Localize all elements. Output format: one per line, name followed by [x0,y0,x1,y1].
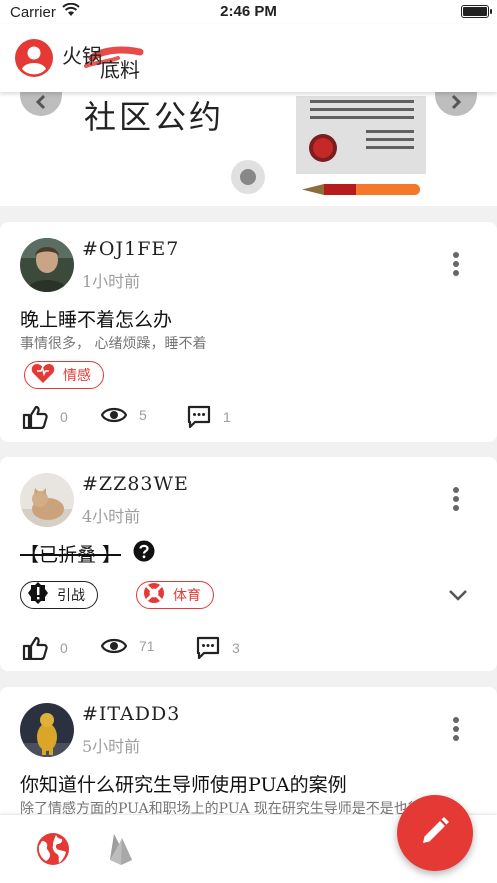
eye-icon [101,636,127,656]
like-count: 0 [60,640,68,656]
comment-button[interactable]: 1 [187,405,231,429]
fire-icon[interactable] [108,832,134,870]
comment-button[interactable]: 3 [196,636,240,660]
post-time: 5小时前 [82,737,141,756]
user-avatar[interactable] [20,238,74,292]
carousel-indicator[interactable] [231,160,265,194]
views-indicator: 71 [101,636,155,656]
app-logo: 火锅 底料 [62,36,154,82]
chevron-down-icon[interactable] [448,587,468,606]
tag-chip[interactable]: 引战 [20,581,98,609]
thumb-up-icon [22,405,48,429]
compose-button[interactable] [397,795,473,871]
post-title[interactable]: 你知道什么研究生导师使用PUA的案例 [20,770,347,797]
app-header: 火锅 底料 [0,24,497,92]
globe-icon[interactable] [36,832,70,870]
chevron-left-icon[interactable] [20,92,62,116]
tag-chip[interactable]: 情感 [24,361,104,389]
banner-title: 社区公约 [84,98,225,136]
username[interactable]: #OJ1FE7 [82,238,179,260]
post-title-row[interactable]: 【已折叠 】 [20,540,155,567]
help-circle-icon[interactable] [133,540,155,567]
more-vert-icon[interactable] [448,487,464,515]
like-button[interactable]: 0 [22,405,68,429]
like-button[interactable]: 0 [22,636,68,660]
comment-icon [187,405,211,429]
status-time: 2:46 PM [220,3,277,20]
logo-text-line2: 底料 [100,58,140,82]
heart-icon [31,363,55,387]
chevron-right-icon[interactable] [435,92,477,116]
lifebuoy-icon [143,582,165,608]
post-time: 4小时前 [82,507,141,526]
tag-label: 情感 [63,368,91,384]
post-title: 【已折叠 】 [20,544,122,566]
post-time: 1小时前 [82,272,141,291]
comment-icon [196,636,220,660]
user-avatar[interactable] [20,473,74,527]
more-vert-icon[interactable] [448,252,464,280]
logo-text-line1: 火锅 [62,44,102,68]
more-vert-icon[interactable] [448,717,464,745]
thumb-up-icon [22,636,48,660]
view-count: 5 [139,407,147,423]
account-circle-icon[interactable] [15,39,53,77]
comment-count: 3 [232,640,240,656]
status-bar: Carrier 2:46 PM [0,0,497,24]
tag-chip[interactable]: 体育 [136,581,214,609]
username[interactable]: #ITADD3 [82,703,180,725]
banner-carousel[interactable]: 社区公约 [0,92,497,206]
post-body[interactable]: 事情很多， 心绪烦躁，睡不着 [20,333,206,353]
contract-illustration [296,96,426,202]
pencil-icon [420,816,450,850]
comment-count: 1 [223,409,231,425]
view-count: 71 [139,638,155,654]
battery-icon [461,5,492,18]
user-avatar[interactable] [20,703,74,757]
eye-icon [101,405,127,425]
tag-label: 引战 [57,588,85,604]
username[interactable]: #ZZ83WE [82,473,189,495]
post-card[interactable]: #OJ1FE7 1小时前 晚上睡不着怎么办 事情很多， 心绪烦躁，睡不着 情感 … [0,222,497,442]
like-count: 0 [60,409,68,425]
warning-badge-icon [27,582,49,608]
tag-label: 体育 [173,588,201,604]
views-indicator: 5 [101,405,147,425]
post-title[interactable]: 晚上睡不着怎么办 [20,305,172,332]
post-card[interactable]: #ZZ83WE 4小时前 【已折叠 】 引战 体育 0 71 3 [0,457,497,671]
